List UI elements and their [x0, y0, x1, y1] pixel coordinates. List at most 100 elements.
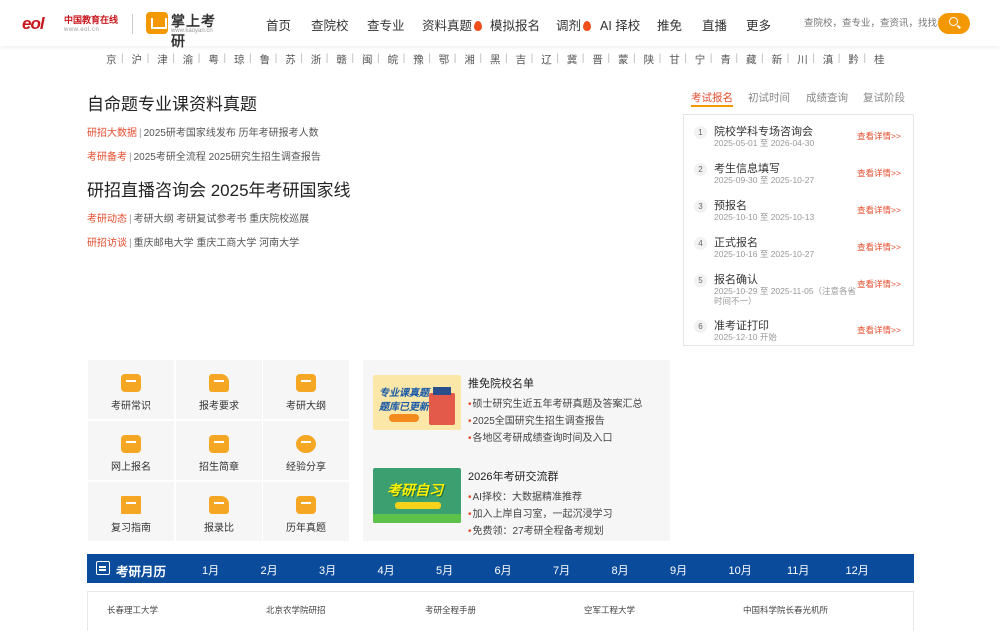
- nav-recommend[interactable]: 推免: [657, 15, 682, 34]
- calendar-entry[interactable]: 考研全程手册: [425, 604, 476, 616]
- province-link[interactable]: 津: [157, 52, 168, 67]
- view-details-link[interactable]: 查看详情>>: [857, 241, 901, 253]
- province-link[interactable]: 辽: [541, 52, 552, 67]
- nav-live[interactable]: 直播: [702, 15, 727, 34]
- province-link[interactable]: 滇: [823, 52, 834, 67]
- search-input[interactable]: [800, 13, 945, 34]
- nav-materials[interactable]: 资料真题: [422, 15, 483, 34]
- news-tag[interactable]: 考研动态: [87, 214, 127, 225]
- search-icon[interactable]: [938, 13, 970, 34]
- quick-link[interactable]: 历年真题: [263, 482, 349, 541]
- province-link[interactable]: 陕: [644, 52, 655, 67]
- promo-title-1[interactable]: 推免院校名单: [468, 375, 534, 391]
- nav-adjust[interactable]: 调剂: [556, 15, 592, 34]
- province-link[interactable]: 黔: [848, 52, 859, 67]
- news-tag[interactable]: 研招大数据: [87, 128, 137, 139]
- calendar-month[interactable]: 5月: [436, 562, 453, 578]
- view-details-link[interactable]: 查看详情>>: [857, 167, 901, 179]
- news-text[interactable]: 2025研考国家线发布 历年考研报考人数: [144, 128, 319, 139]
- calendar-month[interactable]: 2月: [261, 562, 278, 578]
- province-link[interactable]: 新: [772, 52, 783, 67]
- view-details-link[interactable]: 查看详情>>: [857, 324, 901, 336]
- province-link[interactable]: 京: [106, 52, 117, 67]
- tab-score-query[interactable]: 成绩查询: [806, 90, 848, 105]
- province-link[interactable]: 浙: [311, 52, 322, 67]
- calendar-month[interactable]: 11月: [787, 562, 809, 578]
- province-link[interactable]: 琼: [234, 52, 245, 67]
- news-tag[interactable]: 研招访谈: [87, 238, 127, 249]
- province-link[interactable]: 鄂: [439, 52, 450, 67]
- province-link[interactable]: 甘: [669, 52, 680, 67]
- province-link[interactable]: 宁: [695, 52, 706, 67]
- promo-link[interactable]: •2025全国研究生招生调查报告: [468, 412, 605, 427]
- quick-link[interactable]: 复习指南: [88, 482, 174, 541]
- news-text[interactable]: 2025考研全流程 2025研究生招生调查报告: [134, 152, 321, 163]
- province-link[interactable]: 湘: [464, 52, 475, 67]
- calendar-entry[interactable]: 长春理工大学: [107, 604, 158, 616]
- quick-link[interactable]: 报录比: [176, 482, 262, 541]
- nav-ai-select[interactable]: AI 择校: [600, 15, 640, 34]
- province-link[interactable]: 粤: [208, 52, 219, 67]
- calendar-month[interactable]: 9月: [670, 562, 687, 578]
- province-link[interactable]: 鲁: [260, 52, 271, 67]
- quick-link[interactable]: 报考要求: [176, 360, 262, 419]
- province-link[interactable]: 川: [797, 52, 808, 67]
- quick-link[interactable]: 招生简章: [176, 421, 262, 480]
- province-link[interactable]: 桂: [874, 52, 885, 67]
- news-title-1[interactable]: 自命题专业课资料真题: [87, 90, 257, 115]
- promo-link[interactable]: •各地区考研成绩查询时间及入口: [468, 429, 613, 444]
- province-link[interactable]: 赣: [336, 52, 347, 67]
- province-link[interactable]: 渝: [183, 52, 194, 67]
- calendar-month[interactable]: 1月: [202, 562, 219, 578]
- tab-retest[interactable]: 复试阶段: [863, 90, 905, 105]
- province-link[interactable]: 沪: [132, 52, 143, 67]
- nav-schools[interactable]: 查院校: [311, 15, 349, 34]
- province-link[interactable]: 冀: [567, 52, 578, 67]
- calendar-month[interactable]: 7月: [553, 562, 570, 578]
- promo-banner-study-room[interactable]: 考研自习: [373, 468, 461, 523]
- calendar-month[interactable]: 3月: [319, 562, 336, 578]
- promo-link[interactable]: •加入上岸自习室，一起沉浸学习: [468, 505, 613, 520]
- province-link[interactable]: 吉: [516, 52, 527, 67]
- promo-link[interactable]: •AI择校：大数据精准推荐: [468, 488, 582, 503]
- tab-exam-register[interactable]: 考试报名: [691, 90, 733, 107]
- province-link[interactable]: 黑: [490, 52, 501, 67]
- province-link[interactable]: 闽: [362, 52, 373, 67]
- promo-link[interactable]: •免费领：27考研全程备考规划: [468, 522, 604, 537]
- tab-exam-time[interactable]: 初试时间: [748, 90, 790, 105]
- calendar-month[interactable]: 8月: [612, 562, 629, 578]
- province-link[interactable]: 皖: [388, 52, 399, 67]
- calendar-month[interactable]: 10月: [729, 562, 752, 578]
- quick-link[interactable]: 经验分享: [263, 421, 349, 480]
- eol-logo[interactable]: eol 中国教育在线 www.eol.cn: [22, 10, 122, 36]
- province-link[interactable]: 苏: [285, 52, 296, 67]
- promo-link[interactable]: •硕士研究生近五年考研真题及答案汇总: [468, 395, 643, 410]
- quick-link[interactable]: 考研常识: [88, 360, 174, 419]
- province-link[interactable]: 藏: [746, 52, 757, 67]
- calendar-month[interactable]: 4月: [378, 562, 395, 578]
- quick-link[interactable]: 考研大纲: [263, 360, 349, 419]
- promo-title-2[interactable]: 2026年考研交流群: [468, 468, 558, 484]
- news-text[interactable]: 考研大纲 考研复试参考书 重庆院校巡展: [134, 214, 310, 225]
- calendar-entry[interactable]: 北京农学院研招: [266, 604, 326, 616]
- calendar-entry[interactable]: 中国科学院长春光机所: [743, 604, 828, 616]
- province-link[interactable]: 豫: [413, 52, 424, 67]
- nav-home[interactable]: 首页: [266, 15, 291, 34]
- promo-banner-question-bank[interactable]: 专业课真题 题库已更新: [373, 375, 461, 430]
- news-title-2[interactable]: 研招直播咨询会 2025年考研国家线: [87, 176, 351, 201]
- province-link[interactable]: 蒙: [618, 52, 629, 67]
- calendar-entry[interactable]: 空军工程大学: [584, 604, 635, 616]
- calendar-month[interactable]: 12月: [846, 562, 869, 578]
- view-details-link[interactable]: 查看详情>>: [857, 278, 901, 290]
- province-link[interactable]: 晋: [592, 52, 603, 67]
- nav-mock-register[interactable]: 模拟报名: [490, 15, 540, 34]
- news-text[interactable]: 重庆邮电大学 重庆工商大学 河南大学: [134, 238, 300, 249]
- nav-more[interactable]: 更多: [746, 15, 771, 34]
- view-details-link[interactable]: 查看详情>>: [857, 130, 901, 142]
- view-details-link[interactable]: 查看详情>>: [857, 204, 901, 216]
- province-link[interactable]: 青: [720, 52, 731, 67]
- calendar-month[interactable]: 6月: [495, 562, 512, 578]
- kaoyan-logo[interactable]: 掌上考研 www.kaoyan.cn: [146, 11, 226, 49]
- nav-majors[interactable]: 查专业: [367, 15, 405, 34]
- quick-link[interactable]: 网上报名: [88, 421, 174, 480]
